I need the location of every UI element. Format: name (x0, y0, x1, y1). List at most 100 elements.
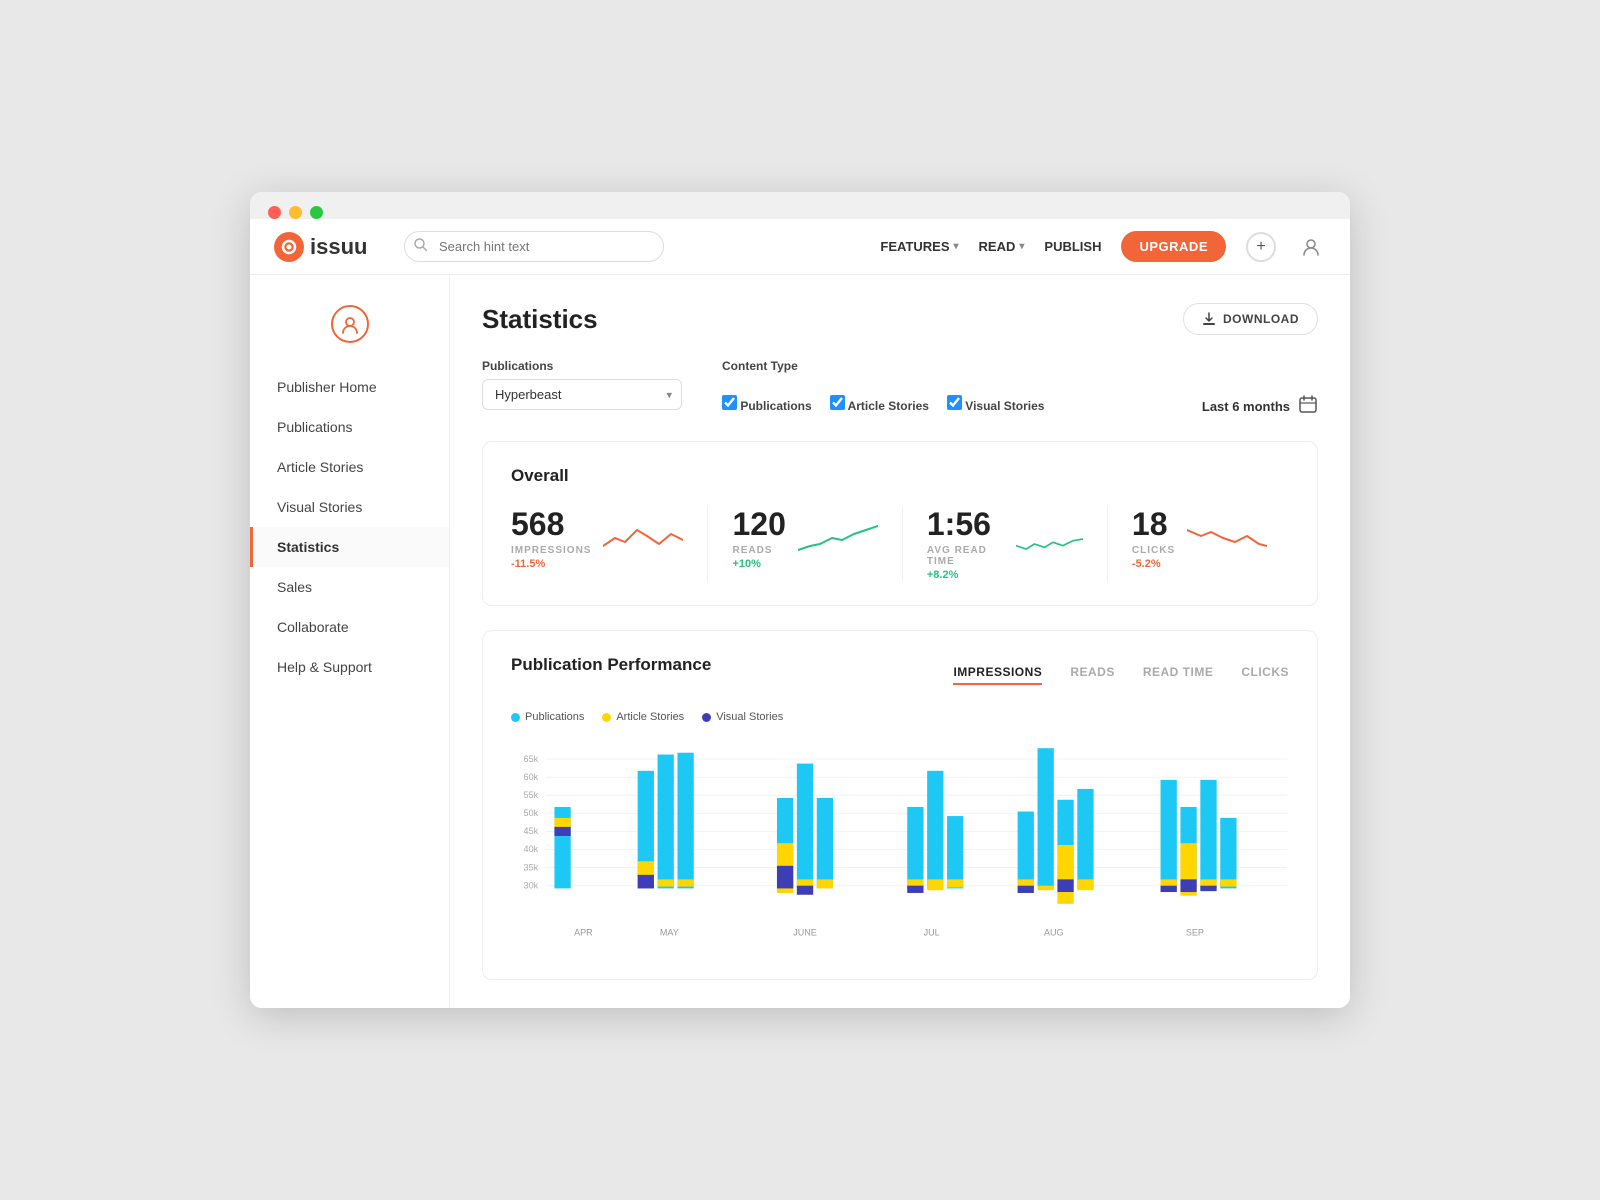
legend-publications: Publications (511, 711, 584, 723)
legend-publications-label: Publications (525, 711, 584, 723)
svg-text:35k: 35k (524, 862, 539, 872)
svg-text:30k: 30k (524, 880, 539, 890)
avg-read-time-label: AVG READ TIME (927, 545, 1004, 567)
legend-article-stories: Article Stories (602, 711, 684, 723)
sidebar-item-article-stories[interactable]: Article Stories (250, 447, 449, 487)
topnav: issuu FEATURES ▾ READ ▾ PUBLISH (250, 219, 1350, 275)
download-label: DOWNLOAD (1223, 312, 1299, 326)
performance-title: Publication Performance (511, 655, 711, 675)
search-input[interactable] (404, 231, 664, 262)
sidebar-item-collaborate[interactable]: Collaborate (250, 607, 449, 647)
legend-dot-publications (511, 713, 520, 722)
legend-dot-article-stories (602, 713, 611, 722)
content-area: Statistics DOWNLOAD Publications Hyperbe… (450, 275, 1350, 1008)
avatar (331, 305, 369, 343)
reads-change: +10% (732, 558, 785, 570)
date-range[interactable]: Last 6 months (1202, 394, 1318, 419)
maximize-dot[interactable] (310, 206, 323, 219)
read-label: READ (979, 239, 1016, 254)
logo[interactable]: issuu (274, 232, 384, 262)
upgrade-button[interactable]: UPGRADE (1121, 231, 1226, 262)
avg-read-time-sparkline (1016, 524, 1083, 564)
legend-article-stories-label: Article Stories (616, 711, 684, 723)
sidebar-item-publisher-home[interactable]: Publisher Home (250, 367, 449, 407)
svg-text:JUNE: JUNE (793, 927, 817, 937)
calendar-icon (1298, 394, 1318, 419)
checkbox-visual-stories[interactable]: Visual Stories (947, 395, 1045, 413)
sidebar-item-visual-stories[interactable]: Visual Stories (250, 487, 449, 527)
chart-legend: Publications Article Stories Visual Stor… (511, 711, 1289, 723)
stat-clicks: 18 CLICKS -5.2% (1108, 506, 1291, 581)
svg-text:40k: 40k (524, 844, 539, 854)
tab-clicks[interactable]: CLICKS (1241, 665, 1289, 685)
impressions-label: IMPRESSIONS (511, 545, 591, 556)
svg-text:JUL: JUL (924, 927, 940, 937)
checkbox-visual-stories-input[interactable] (947, 395, 962, 410)
bar-chart: 65k 60k 55k 50k 45k 40k 35k 30k (511, 735, 1289, 955)
svg-text:MAY: MAY (660, 927, 679, 937)
checkbox-article-stories-input[interactable] (830, 395, 845, 410)
reads-sparkline (798, 518, 878, 558)
read-chevron: ▾ (1019, 241, 1024, 252)
nav-links: FEATURES ▾ READ ▾ PUBLISH UPGRADE + (880, 231, 1326, 262)
add-icon: + (1256, 238, 1265, 256)
performance-header: Publication Performance IMPRESSIONS READ… (511, 655, 1289, 695)
legend-visual-stories: Visual Stories (702, 711, 783, 723)
publications-select[interactable]: Hyperbeast (482, 379, 682, 410)
logo-text: issuu (310, 234, 367, 260)
avg-read-time-number: 1:56 (927, 506, 1004, 543)
publish-nav[interactable]: PUBLISH (1044, 239, 1101, 254)
features-nav[interactable]: FEATURES ▾ (880, 239, 958, 254)
checkbox-article-stories[interactable]: Article Stories (830, 395, 929, 413)
browser-content: issuu FEATURES ▾ READ ▾ PUBLISH (250, 219, 1350, 1008)
impressions-number: 568 (511, 506, 591, 543)
user-icon-button[interactable] (1296, 232, 1326, 262)
close-dot[interactable] (268, 206, 281, 219)
tab-reads[interactable]: READS (1070, 665, 1115, 685)
checkbox-publications[interactable]: Publications (722, 395, 812, 413)
search-bar (404, 231, 664, 262)
sidebar-item-help-support[interactable]: Help & Support (250, 647, 449, 687)
svg-text:60k: 60k (524, 772, 539, 782)
features-label: FEATURES (880, 239, 949, 254)
checkbox-visual-stories-label: Visual Stories (965, 399, 1044, 413)
impressions-sparkline (603, 518, 683, 558)
svg-text:50k: 50k (524, 808, 539, 818)
content-type-label: Content Type (722, 359, 1044, 373)
overall-section: Overall 568 IMPRESSIONS -11.5% (482, 441, 1318, 606)
stat-avg-read-time: 1:56 AVG READ TIME +8.2% (903, 506, 1108, 581)
add-button[interactable]: + (1246, 232, 1276, 262)
stat-reads: 120 READS +10% (708, 506, 902, 581)
sidebar-item-publications[interactable]: Publications (250, 407, 449, 447)
logo-icon (274, 232, 304, 262)
tab-impressions[interactable]: IMPRESSIONS (953, 665, 1042, 685)
clicks-label: CLICKS (1132, 545, 1175, 556)
browser-chrome (250, 192, 1350, 219)
search-icon (414, 238, 427, 256)
clicks-sparkline (1187, 518, 1267, 558)
tab-read-time[interactable]: READ TIME (1143, 665, 1214, 685)
main-layout: Publisher Home Publications Article Stor… (250, 275, 1350, 1008)
stats-row: 568 IMPRESSIONS -11.5% (511, 506, 1289, 581)
features-chevron: ▾ (954, 241, 959, 252)
overall-title: Overall (511, 466, 1289, 486)
sidebar-item-sales[interactable]: Sales (250, 567, 449, 607)
download-button[interactable]: DOWNLOAD (1183, 303, 1318, 335)
impressions-change: -11.5% (511, 558, 591, 570)
checkbox-publications-input[interactable] (722, 395, 737, 410)
content-type-filter: Content Type Publications Article Storie… (722, 359, 1044, 419)
performance-tabs: IMPRESSIONS READS READ TIME CLICKS (953, 665, 1289, 685)
reads-label: READS (732, 545, 785, 556)
read-nav[interactable]: READ ▾ (979, 239, 1025, 254)
publications-filter-label: Publications (482, 359, 682, 373)
svg-text:45k: 45k (524, 826, 539, 836)
chart-container: 65k 60k 55k 50k 45k 40k 35k 30k (511, 735, 1289, 955)
svg-text:SEP: SEP (1186, 927, 1204, 937)
minimize-dot[interactable] (289, 206, 302, 219)
content-type-checkboxes: Publications Article Stories Visual Stor… (722, 395, 1044, 419)
date-range-label: Last 6 months (1202, 399, 1290, 414)
publications-filter: Publications Hyperbeast ▾ (482, 359, 682, 410)
svg-text:65k: 65k (524, 754, 539, 764)
svg-text:55k: 55k (524, 790, 539, 800)
sidebar-item-statistics[interactable]: Statistics (250, 527, 449, 567)
